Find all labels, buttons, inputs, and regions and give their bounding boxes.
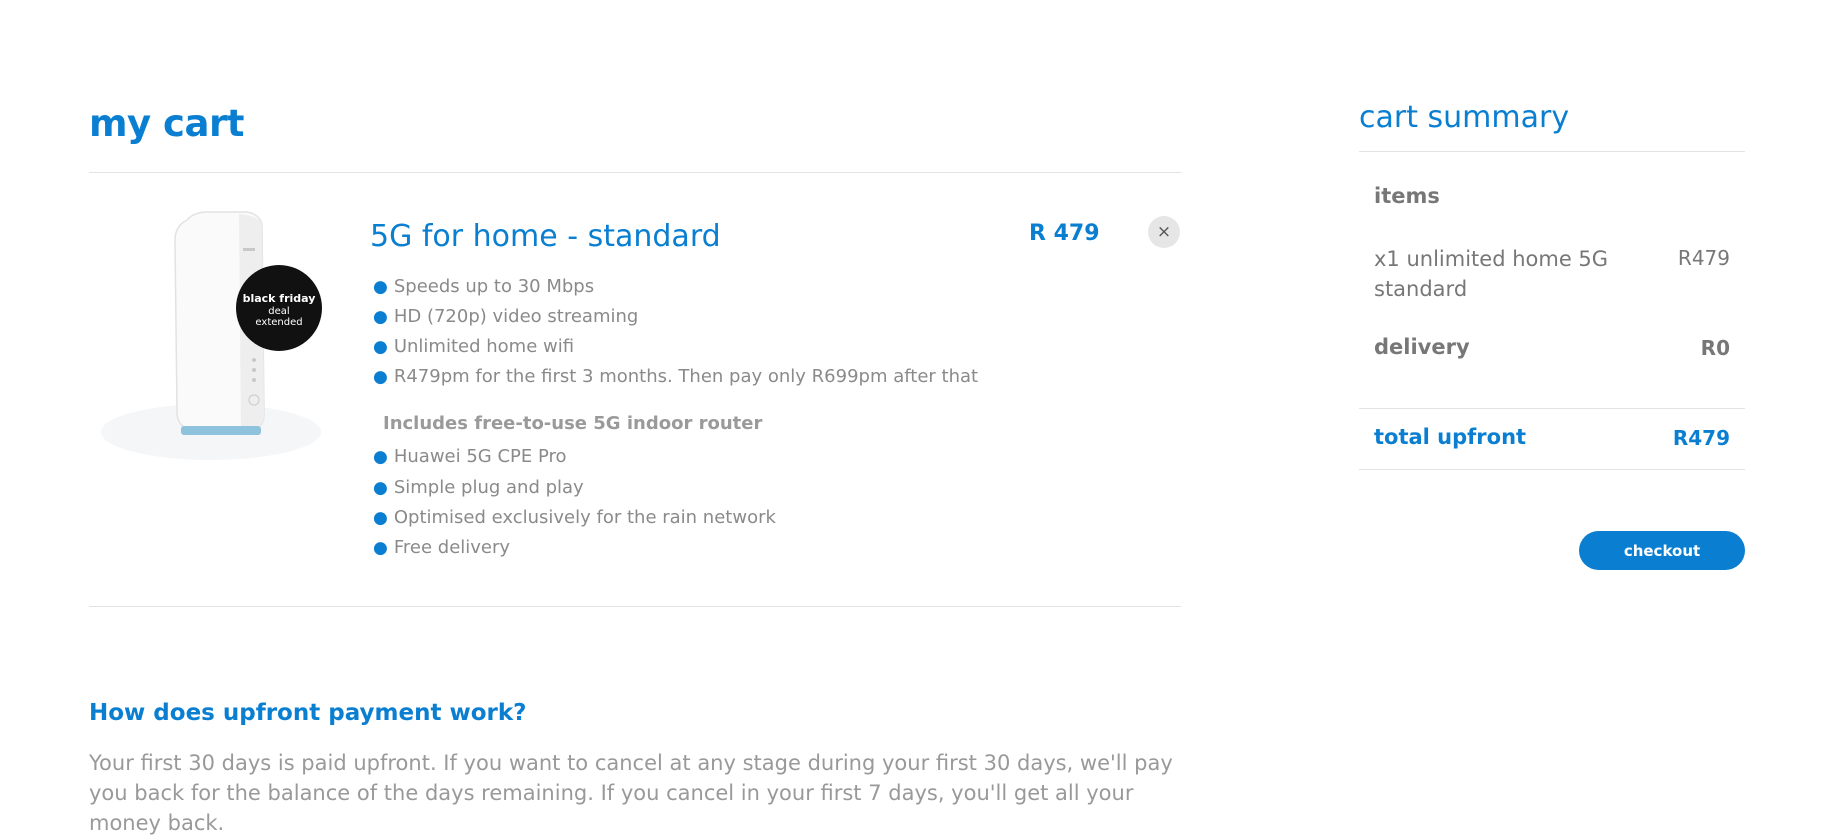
- feature-text: Free delivery: [393, 537, 511, 558]
- line-item-label: x1 unlimited home 5G standard: [1374, 247, 1609, 301]
- line-item-value: R479: [1677, 246, 1730, 270]
- summary-title: cart summary: [1359, 100, 1570, 135]
- feature-item: ● Speeds up to 30 Mbps: [373, 276, 594, 297]
- bullet-icon: ●: [373, 478, 388, 498]
- router-feature-item: ● Huawei 5G CPE Pro: [373, 446, 567, 467]
- delivery-label: delivery: [1374, 335, 1470, 359]
- feature-text: Optimised exclusively for the rain netwo…: [393, 507, 776, 528]
- router-product-image: black friday deal extended: [101, 211, 322, 460]
- feature-text: R479pm for the first 3 months. Then pay …: [393, 366, 979, 387]
- total-label: total upfront: [1374, 425, 1527, 449]
- remove-item-button[interactable]: ×: [1148, 216, 1180, 248]
- feature-text: Simple plug and play: [393, 477, 584, 498]
- bullet-icon: ●: [373, 508, 388, 528]
- feature-text: Speeds up to 30 Mbps: [393, 276, 595, 297]
- checkout-button[interactable]: checkout: [1579, 531, 1745, 570]
- badge-line-1: black friday: [243, 292, 316, 305]
- bullet-icon: ●: [373, 307, 388, 327]
- bullet-icon: ●: [373, 367, 388, 387]
- product-price: R 479: [1029, 221, 1100, 246]
- bullet-icon: ●: [373, 447, 388, 467]
- faq-question: How does upfront payment work?: [89, 700, 527, 726]
- delivery-value: R0: [1700, 336, 1730, 360]
- summary-total-top-divider: [1359, 408, 1745, 409]
- items-heading: items: [1374, 184, 1440, 208]
- cart-bottom-divider: [89, 606, 1181, 607]
- summary-total-bottom-divider: [1359, 469, 1745, 470]
- router-feature-item: ● Simple plug and play: [373, 477, 584, 498]
- close-icon: ×: [1156, 222, 1172, 242]
- feature-text: Huawei 5G CPE Pro: [393, 446, 567, 467]
- bullet-icon: ●: [373, 277, 388, 297]
- feature-item: ● R479pm for the first 3 months. Then pay…: [373, 366, 978, 387]
- faq-answer: Your first 30 days is paid upfront. If y…: [89, 751, 1173, 835]
- summary-top-divider: [1359, 151, 1745, 152]
- router-feature-item: ● Optimised exclusively for the rain netw…: [373, 507, 776, 528]
- feature-item: ● HD (720p) video streaming: [373, 306, 638, 327]
- router-feature-item: ● Free delivery: [373, 537, 510, 558]
- page-title: my cart: [89, 102, 244, 145]
- badge-line-2: deal: [268, 306, 289, 317]
- feature-item: ● Unlimited home wifi: [373, 336, 574, 357]
- includes-heading: Includes free-to-use 5G indoor router: [383, 413, 763, 434]
- bullet-icon: ●: [373, 538, 388, 558]
- product-name[interactable]: 5G for home - standard: [370, 219, 721, 254]
- cart-top-divider: [89, 172, 1181, 173]
- feature-text: HD (720p) video streaming: [393, 306, 639, 327]
- feature-text: Unlimited home wifi: [393, 336, 575, 357]
- total-value: R479: [1672, 426, 1730, 450]
- badge-line-3: extended: [255, 317, 302, 328]
- bullet-icon: ●: [373, 337, 388, 357]
